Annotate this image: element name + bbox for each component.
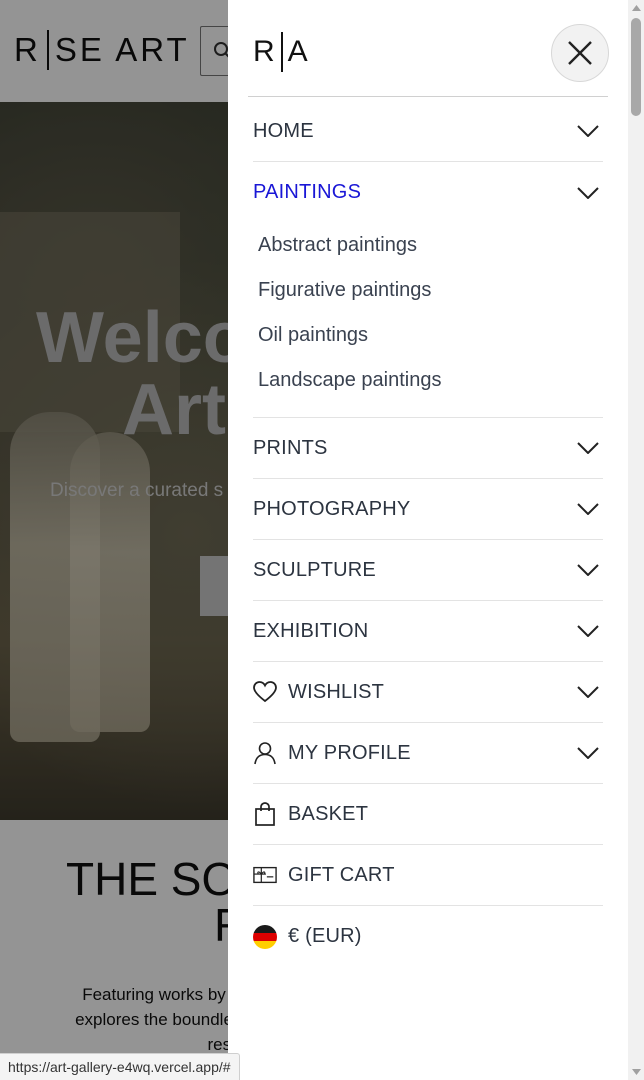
scroll-up-icon[interactable] xyxy=(628,0,644,16)
submenu-item-landscape[interactable]: Landscape paintings xyxy=(258,358,603,403)
chevron-down-icon xyxy=(577,564,599,576)
chevron-down-icon xyxy=(577,747,599,759)
status-url: https://art-gallery-e4wq.vercel.app/# xyxy=(0,1053,240,1080)
scrollbar-thumb[interactable] xyxy=(631,18,641,116)
chevron-down-icon xyxy=(577,686,599,698)
user-icon xyxy=(253,741,277,765)
submenu-item-abstract[interactable]: Abstract paintings xyxy=(258,223,603,268)
menu-item-exhibition[interactable]: EXHIBITION xyxy=(253,601,603,662)
menu-item-basket[interactable]: BASKET xyxy=(253,784,603,845)
menu-item-currency[interactable]: € (EUR) xyxy=(253,906,603,967)
submenu-item-oil[interactable]: Oil paintings xyxy=(258,313,603,358)
close-button[interactable] xyxy=(551,24,609,82)
menu-item-wishlist[interactable]: WISHLIST xyxy=(253,662,603,723)
gift-card-icon xyxy=(253,863,277,887)
germany-flag-icon xyxy=(253,924,277,949)
drawer-logo[interactable]: R A xyxy=(253,32,309,72)
shopping-bag-icon xyxy=(253,802,277,826)
drawer-menu: HOME PAINTINGS Abstract paintings Figura… xyxy=(253,101,603,967)
submenu-item-figurative[interactable]: Figurative paintings xyxy=(258,268,603,313)
heart-icon xyxy=(253,680,277,704)
chevron-down-icon xyxy=(577,503,599,515)
close-icon xyxy=(568,41,592,65)
drawer-divider xyxy=(248,96,608,97)
menu-item-home[interactable]: HOME xyxy=(253,101,603,162)
page-scrollbar[interactable] xyxy=(628,0,644,1080)
chevron-down-icon xyxy=(577,442,599,454)
menu-group-paintings: PAINTINGS Abstract paintings Figurative … xyxy=(253,162,603,418)
chevron-down-icon xyxy=(577,186,599,199)
menu-item-sculpture[interactable]: SCULPTURE xyxy=(253,540,603,601)
navigation-drawer: R A HOME PAINTINGS Abstract paintings Fi… xyxy=(228,0,628,1080)
chevron-down-icon xyxy=(577,125,599,137)
menu-item-paintings[interactable]: PAINTINGS xyxy=(253,162,603,223)
menu-item-photography[interactable]: PHOTOGRAPHY xyxy=(253,479,603,540)
menu-item-prints[interactable]: PRINTS xyxy=(253,418,603,479)
paintings-submenu: Abstract paintings Figurative paintings … xyxy=(253,223,603,417)
scroll-down-icon[interactable] xyxy=(628,1064,644,1080)
menu-item-gift-card[interactable]: GIFT CART xyxy=(253,845,603,906)
menu-item-my-profile[interactable]: MY PROFILE xyxy=(253,723,603,784)
chevron-down-icon xyxy=(577,625,599,637)
